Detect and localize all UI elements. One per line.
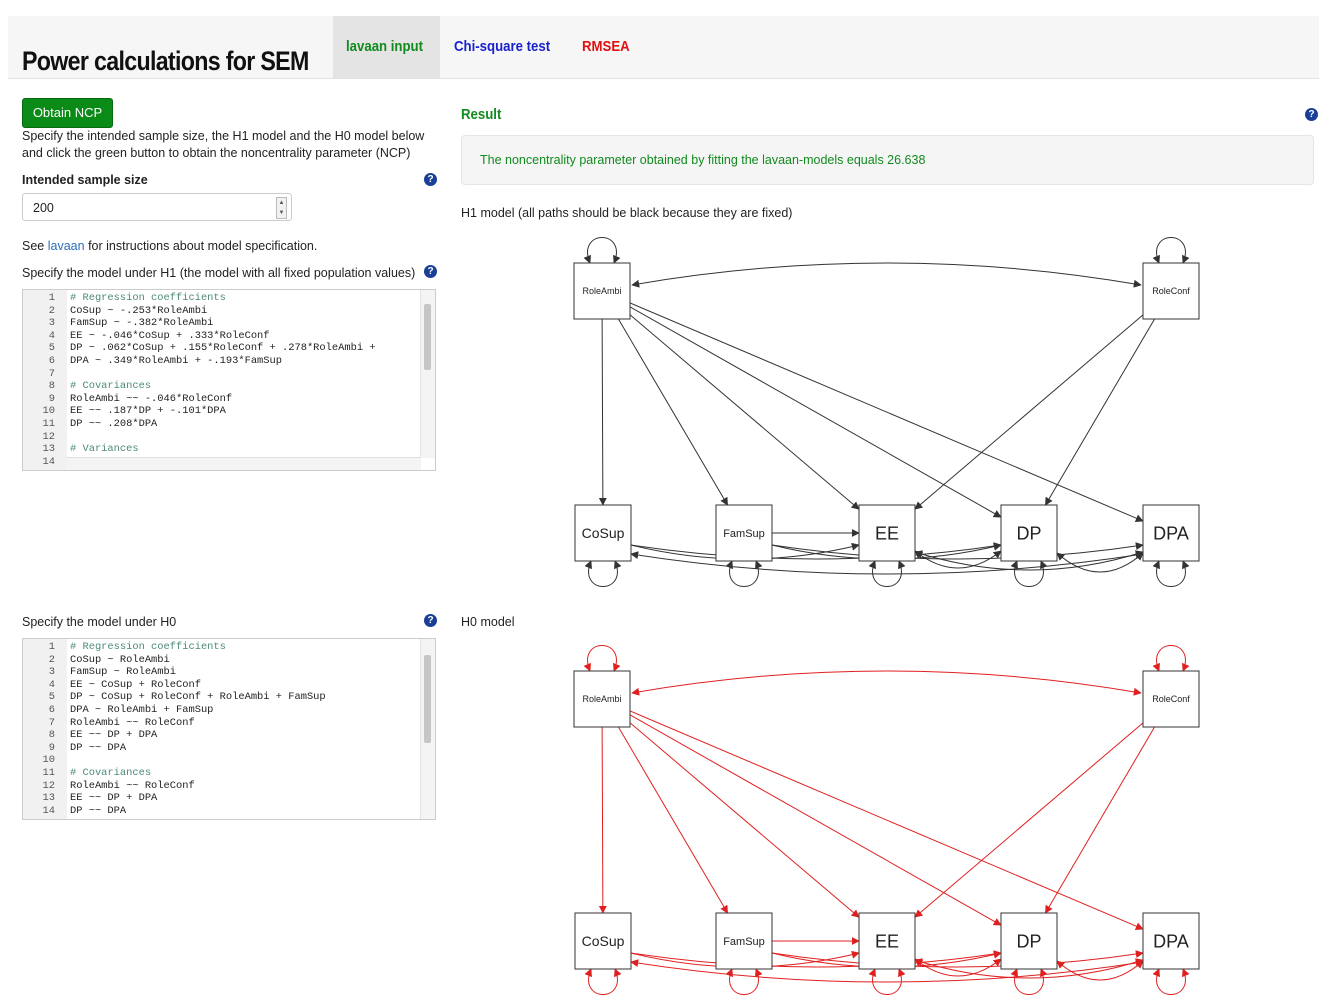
covariance-arc — [631, 670, 1142, 696]
variance-loop — [1152, 237, 1190, 264]
path-arrow — [771, 542, 1144, 560]
variance-loop — [583, 645, 621, 672]
node-label: RoleConf — [1152, 286, 1190, 296]
node-label: DPA — [1153, 931, 1189, 951]
node-label: CoSup — [582, 525, 625, 541]
path-arrow — [1044, 726, 1156, 914]
node-label: DP — [1016, 931, 1041, 951]
path-arrow — [617, 318, 729, 506]
node-label: RoleAmbi — [582, 694, 621, 704]
node-label: RoleConf — [1152, 694, 1190, 704]
path-arrow — [629, 306, 1002, 518]
path-arrow — [629, 302, 1144, 522]
variance-loop — [583, 237, 621, 264]
path-arrow — [629, 314, 860, 510]
variance-loop — [1152, 968, 1190, 995]
path-arrow — [629, 710, 1144, 930]
path-arrow — [914, 314, 1144, 510]
path-arrow — [771, 950, 1144, 968]
variance-loop — [1152, 560, 1190, 587]
node-label: CoSup — [582, 933, 625, 949]
path-arrow — [630, 950, 1002, 968]
path-diagrams: CoSup FamSup EE DP DPA RoleAmbi RoleConf CoSup F… — [573, 237, 1200, 995]
variance-loop — [584, 968, 622, 995]
path-arrow — [598, 318, 607, 506]
variance-loop — [725, 968, 763, 995]
node-label: FamSup — [723, 528, 765, 540]
path-arrow — [630, 542, 1002, 560]
path-arrow — [598, 726, 607, 914]
variance-loop — [1152, 645, 1190, 672]
path-arrow — [1044, 318, 1156, 506]
variance-loop — [1010, 560, 1048, 587]
node-label: EE — [875, 523, 899, 543]
path-arrow — [629, 722, 860, 918]
node-label: DP — [1016, 523, 1041, 543]
path-arrow — [629, 714, 1002, 926]
node-label: EE — [875, 931, 899, 951]
variance-loop — [725, 560, 763, 587]
node-label: FamSup — [723, 936, 765, 948]
node-label: RoleAmbi — [582, 286, 621, 296]
variance-loop — [584, 560, 622, 587]
path-arrow — [914, 722, 1144, 918]
variance-loop — [1010, 968, 1048, 995]
path-arrow — [617, 726, 729, 914]
node-label: DPA — [1153, 523, 1189, 543]
covariance-arc — [631, 262, 1142, 288]
